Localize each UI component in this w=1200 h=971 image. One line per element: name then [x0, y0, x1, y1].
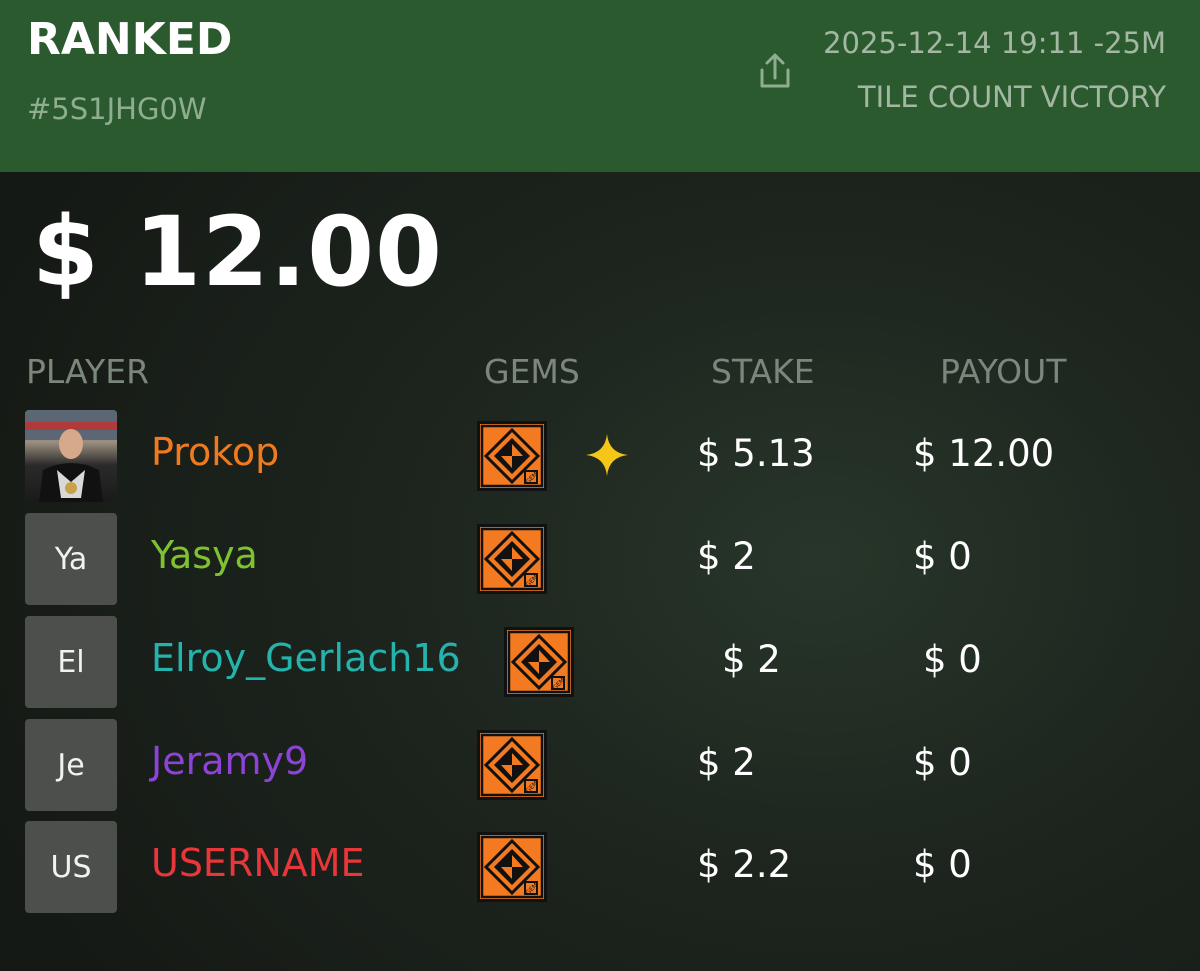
- avatar: [25, 410, 117, 502]
- player-row[interactable]: Prokop GEM $ 5.13 $ 12.00: [0, 410, 1200, 502]
- stake-value: $ 2: [722, 638, 781, 681]
- stake-value: $ 5.13: [697, 432, 815, 475]
- victory-type: TILE COUNT VICTORY: [857, 80, 1166, 114]
- avatar: Je: [25, 719, 117, 811]
- player-name[interactable]: Prokop: [151, 430, 279, 474]
- share-icon[interactable]: [753, 50, 797, 94]
- player-name[interactable]: Jeramy9: [151, 739, 308, 783]
- match-datetime: 2025-12-14 19:11 -25M: [823, 26, 1166, 60]
- gem-icon: GEM: [477, 730, 547, 800]
- gem-icon: GEM: [477, 832, 547, 902]
- gem-icon: GEM: [504, 627, 574, 697]
- player-name[interactable]: Elroy_Gerlach16: [151, 636, 461, 680]
- column-header-gems: GEMS: [484, 352, 580, 391]
- payout-value: $ 0: [913, 843, 972, 886]
- avatar: Ya: [25, 513, 117, 605]
- column-header-player: PLAYER: [26, 352, 149, 391]
- star-icon: [586, 434, 628, 476]
- player-row[interactable]: Ya Yasya GEM $ 2 $ 0: [0, 513, 1200, 605]
- total-pot: $ 12.00: [32, 196, 443, 308]
- player-row[interactable]: US USERNAME GEM $ 2.2 $ 0: [0, 821, 1200, 913]
- player-row[interactable]: Je Jeramy9 GEM $ 2 $ 0: [0, 719, 1200, 811]
- avatar-photo: [25, 410, 117, 502]
- column-header-stake: STAKE: [711, 352, 815, 391]
- gem-icon: GEM: [477, 524, 547, 594]
- payout-value: $ 0: [913, 741, 972, 784]
- stake-value: $ 2: [697, 741, 756, 784]
- gem-icon: GEM: [477, 421, 547, 491]
- player-row[interactable]: El Elroy_Gerlach16 GEM $ 2 $ 0: [0, 616, 1200, 708]
- column-header-payout: PAYOUT: [940, 352, 1067, 391]
- player-name[interactable]: Yasya: [151, 533, 258, 577]
- match-result-page: RANKED #5S1JHG0W 2025-12-14 19:11 -25M T…: [0, 0, 1200, 971]
- payout-value: $ 0: [913, 535, 972, 578]
- stake-value: $ 2.2: [697, 843, 792, 886]
- game-mode-title: RANKED: [27, 14, 233, 65]
- match-id: #5S1JHG0W: [27, 92, 207, 126]
- payout-value: $ 12.00: [913, 432, 1055, 475]
- avatar: US: [25, 821, 117, 913]
- payout-value: $ 0: [923, 638, 982, 681]
- avatar: El: [25, 616, 117, 708]
- match-header: RANKED #5S1JHG0W 2025-12-14 19:11 -25M T…: [0, 0, 1200, 172]
- player-name[interactable]: USERNAME: [151, 841, 365, 885]
- stake-value: $ 2: [697, 535, 756, 578]
